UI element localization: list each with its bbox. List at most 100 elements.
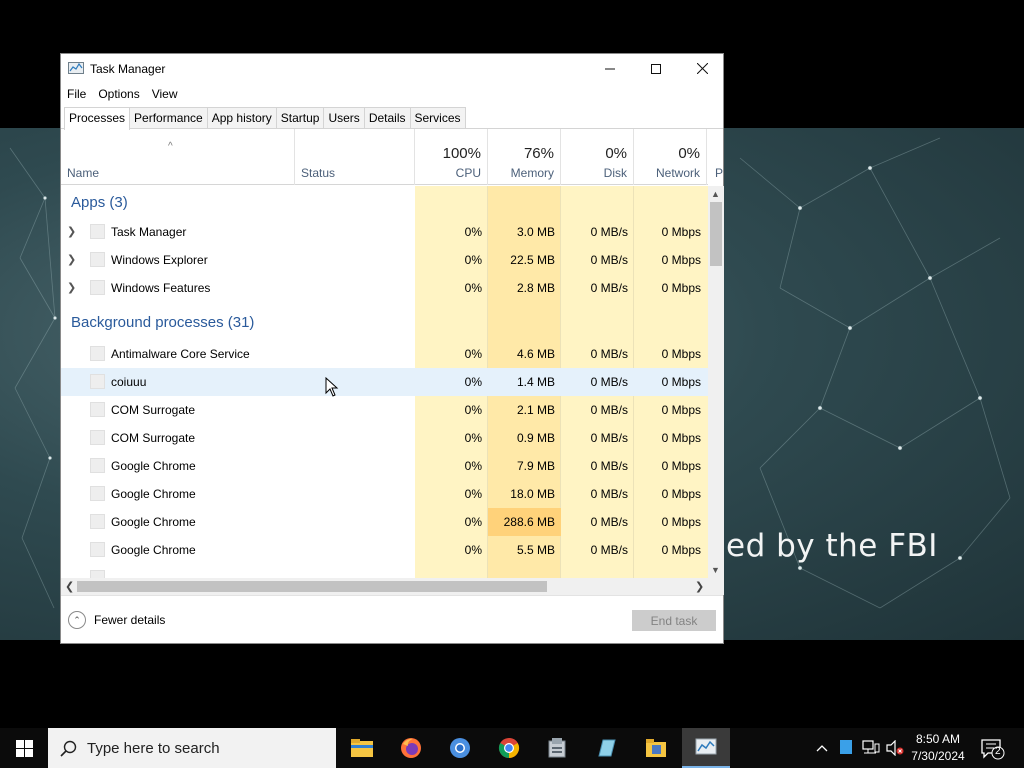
tab-processes[interactable]: Processes: [64, 107, 131, 130]
scroll-down-icon[interactable]: ▼: [711, 565, 720, 575]
taskbar-app-3[interactable]: [632, 728, 680, 768]
header-disk[interactable]: 0% Disk: [561, 129, 634, 185]
vertical-scroll-thumb[interactable]: [710, 202, 722, 266]
table-row[interactable]: Google Chrome 0% 7.9 MB 0 MB/s 0 Mbps: [61, 452, 708, 480]
tab-app-history[interactable]: App history: [206, 107, 277, 129]
memory-value: 7.9 MB: [516, 459, 555, 473]
header-cpu[interactable]: 100% CPU: [415, 129, 488, 185]
header-cpu-label: CPU: [455, 166, 481, 180]
network-value: 0 Mbps: [661, 515, 701, 529]
memory-value: 22.5 MB: [510, 253, 555, 267]
taskbar-task-manager[interactable]: [682, 728, 730, 768]
header-memory[interactable]: 76% Memory: [488, 129, 561, 185]
start-button[interactable]: [0, 728, 48, 768]
header-status[interactable]: Status: [295, 129, 415, 185]
header-network[interactable]: 0% Network: [634, 129, 707, 185]
chevron-right-icon[interactable]: ❯: [67, 225, 76, 238]
tab-performance[interactable]: Performance: [129, 107, 208, 129]
disk-total: 0%: [605, 145, 627, 162]
process-icon: [90, 542, 105, 557]
taskbar-file-explorer[interactable]: [338, 728, 386, 768]
scroll-left-icon[interactable]: ❮: [65, 580, 74, 593]
group-header-apps[interactable]: Apps (3): [61, 186, 708, 218]
menu-options[interactable]: Options: [92, 85, 145, 105]
process-name: COM Surrogate: [111, 403, 196, 417]
firefox-icon: [401, 738, 421, 758]
taskbar-chromium[interactable]: [436, 728, 484, 768]
memory-value: 288.6 MB: [488, 508, 561, 536]
disk-value: 0 MB/s: [590, 225, 628, 239]
cpu-value: 0%: [464, 515, 482, 529]
header-power-partial[interactable]: P: [715, 166, 723, 180]
network-value: 0 Mbps: [661, 347, 701, 361]
cpu-value: 0%: [464, 281, 482, 295]
task-manager-window: Task Manager File Options View Processes…: [60, 53, 724, 644]
network-value: 0 Mbps: [634, 368, 707, 396]
cpu-total: 100%: [442, 145, 481, 162]
chevron-right-icon[interactable]: ❯: [67, 253, 76, 266]
tab-startup[interactable]: Startup: [275, 107, 325, 129]
fewer-details-button[interactable]: ⌃ Fewer details: [68, 611, 165, 629]
taskbar-chrome[interactable]: [485, 728, 533, 768]
network-value: 0 Mbps: [661, 459, 701, 473]
memory-value: 3.0 MB: [516, 225, 555, 239]
maximize-button[interactable]: [633, 54, 679, 83]
group-header-background[interactable]: Background processes (31): [61, 302, 708, 340]
table-row[interactable]: coiuuu 0% 1.4 MB 0 MB/s 0 Mbps: [61, 368, 708, 396]
network-value: 0 Mbps: [661, 487, 701, 501]
taskbar-clock[interactable]: 8:50 AM 7/30/2024: [906, 731, 970, 765]
vertical-scrollbar[interactable]: ▲ ▼: [708, 186, 724, 579]
scroll-up-icon[interactable]: ▲: [711, 189, 720, 199]
group-title: Background processes (31): [71, 314, 255, 331]
menu-view[interactable]: View: [146, 85, 184, 105]
process-name: Google Chrome: [111, 543, 196, 557]
table-row[interactable]: COM Surrogate 0% 2.1 MB 0 MB/s 0 Mbps: [61, 396, 708, 424]
table-row-partial[interactable]: [61, 564, 708, 578]
memory-value: 2.1 MB: [516, 403, 555, 417]
taskbar-search-box[interactable]: Type here to search: [48, 728, 336, 768]
chromium-icon: [450, 738, 470, 758]
column-header: ^ Name Status 100% CPU 76% Memory 0% Dis…: [61, 129, 723, 185]
close-button[interactable]: [679, 54, 725, 83]
minimize-button[interactable]: [587, 54, 633, 83]
taskbar-app-1[interactable]: [533, 728, 581, 768]
volume-muted-icon[interactable]: [886, 740, 904, 756]
header-memory-label: Memory: [510, 166, 554, 180]
table-row[interactable]: ❯ Task Manager 0% 3.0 MB 0 MB/s 0 Mbps: [61, 218, 708, 246]
tab-details[interactable]: Details: [363, 107, 411, 129]
end-task-button[interactable]: End task: [632, 610, 716, 631]
footer: ⌃ Fewer details End task: [61, 595, 723, 645]
table-row[interactable]: Google Chrome 0% 5.5 MB 0 MB/s 0 Mbps: [61, 536, 708, 564]
table-row[interactable]: Google Chrome 0% 18.0 MB 0 MB/s 0 Mbps: [61, 480, 708, 508]
taskbar-firefox[interactable]: [387, 728, 435, 768]
table-row[interactable]: Google Chrome 0% 288.6 MB 0 MB/s 0 Mbps: [61, 508, 708, 536]
cpu-value: 0%: [464, 459, 482, 473]
tab-users[interactable]: Users: [323, 107, 365, 129]
network-value: 0 Mbps: [661, 225, 701, 239]
memory-value: 1.4 MB: [488, 368, 561, 396]
table-row[interactable]: ❯ Windows Features 0% 2.8 MB 0 MB/s 0 Mb…: [61, 274, 708, 302]
taskbar-app-2[interactable]: [582, 728, 630, 768]
tab-services[interactable]: Services: [409, 107, 466, 129]
table-row[interactable]: ❯ Windows Explorer 0% 22.5 MB 0 MB/s 0 M…: [61, 246, 708, 274]
table-row[interactable]: Antimalware Core Service 0% 4.6 MB 0 MB/…: [61, 340, 708, 368]
search-icon: [60, 740, 77, 757]
memory-value: 2.8 MB: [516, 281, 555, 295]
header-name[interactable]: Name: [61, 129, 295, 185]
disk-value: 0 MB/s: [561, 368, 634, 396]
disk-value: 0 MB/s: [590, 253, 628, 267]
chevron-right-icon[interactable]: ❯: [67, 281, 76, 294]
chevron-up-icon[interactable]: [816, 743, 828, 753]
network-icon[interactable]: [862, 740, 880, 755]
process-name: Google Chrome: [111, 459, 196, 473]
title-bar[interactable]: Task Manager: [61, 54, 723, 84]
process-name: coiuuu: [111, 375, 147, 389]
defender-icon[interactable]: [840, 740, 852, 754]
horizontal-scroll-thumb[interactable]: [77, 581, 547, 592]
scroll-right-icon[interactable]: ❯: [695, 580, 704, 593]
process-name: Windows Explorer: [111, 253, 208, 267]
horizontal-scrollbar[interactable]: ❮ ❯: [61, 578, 708, 595]
notification-center-button[interactable]: 2: [980, 738, 1006, 765]
menu-file[interactable]: File: [61, 85, 92, 105]
table-row[interactable]: COM Surrogate 0% 0.9 MB 0 MB/s 0 Mbps: [61, 424, 708, 452]
